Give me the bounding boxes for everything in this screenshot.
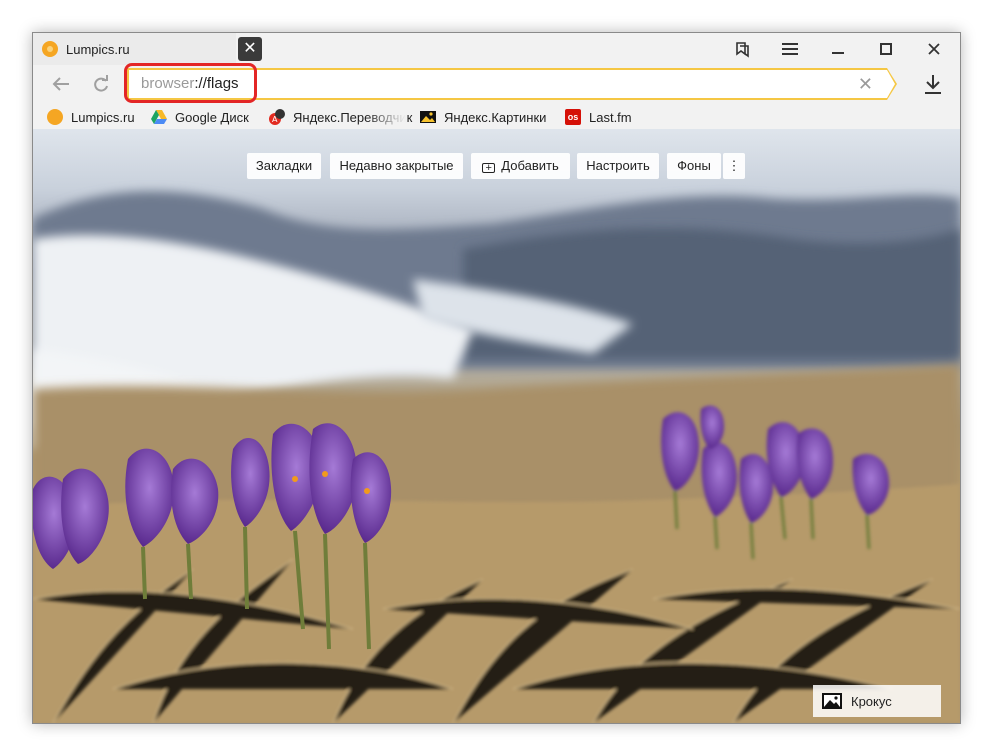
lastfm-icon: os xyxy=(565,109,581,125)
picture-icon xyxy=(822,693,842,709)
add-plus-icon: + xyxy=(482,163,496,174)
bookmark-label: Last.fm xyxy=(589,109,632,125)
bookmarks-panel-button[interactable] xyxy=(718,33,766,65)
back-arrow-icon xyxy=(52,77,69,91)
tab-lumpics[interactable]: Lumpics.ru xyxy=(33,33,236,65)
yandex-translate-icon: A xyxy=(269,109,285,125)
tab-title: Lumpics.ru xyxy=(66,41,130,57)
recently-closed-button[interactable]: Недавно закрытые xyxy=(330,153,463,179)
background-name: Крокус xyxy=(851,693,892,709)
close-tab-button[interactable]: ✕ xyxy=(238,37,262,61)
bookmark-lastfm[interactable]: os Last.fm xyxy=(565,105,632,129)
add-label: Добавить xyxy=(501,158,559,173)
url-highlight-annotation xyxy=(124,63,257,103)
backgrounds-button[interactable]: Фоны xyxy=(667,153,721,179)
google-drive-icon xyxy=(151,110,167,124)
bookmarks-bar: Lumpics.ru Google Диск A Яндекс.Переводч… xyxy=(33,105,960,129)
lumpics-favicon-icon xyxy=(42,41,58,57)
minimize-button[interactable] xyxy=(814,33,862,65)
background-image xyxy=(33,191,960,723)
reload-button[interactable] xyxy=(87,70,115,98)
minimize-icon xyxy=(832,52,844,54)
bookmark-yandex-images[interactable]: Яндекс.Картинки xyxy=(420,105,546,129)
reload-icon xyxy=(94,75,108,92)
menu-button[interactable] xyxy=(766,33,814,65)
new-tab-page: Закладки Недавно закрытые + Добавить Наст… xyxy=(33,129,960,723)
download-icon xyxy=(925,75,941,94)
title-bar: Lumpics.ru ✕ xyxy=(33,33,960,65)
maximize-icon xyxy=(880,43,892,55)
back-button[interactable] xyxy=(47,70,75,98)
bookmark-lumpics[interactable]: Lumpics.ru xyxy=(47,105,135,129)
bookmark-google-drive[interactable]: Google Диск xyxy=(151,105,249,129)
yandex-images-icon xyxy=(420,111,436,123)
bookmark-label: Lumpics.ru xyxy=(71,109,135,125)
clear-address-icon[interactable]: ✕ xyxy=(858,74,873,94)
bookmark-label: Google Диск xyxy=(175,109,249,125)
close-window-button[interactable] xyxy=(910,33,958,65)
bookmark-label: Яндекс.Картинки xyxy=(444,109,547,125)
maximize-button[interactable] xyxy=(862,33,910,65)
browser-window: Lumpics.ru ✕ browser://flags ✕ Lumpics.r… xyxy=(32,32,961,724)
bookmarks-panel-icon xyxy=(736,42,749,58)
customize-button[interactable]: Настроить xyxy=(577,153,659,179)
close-icon xyxy=(928,43,940,55)
menu-icon xyxy=(782,43,798,55)
bookmarks-menu-button[interactable]: Закладки xyxy=(247,153,321,179)
lumpics-icon xyxy=(47,109,63,125)
address-bar-arrow-fill xyxy=(887,70,895,98)
new-tab-menu: Закладки Недавно закрытые + Добавить Наст… xyxy=(33,153,960,179)
add-widget-button[interactable]: + Добавить xyxy=(471,153,570,179)
svg-text:A: A xyxy=(272,115,278,124)
background-caption[interactable]: Крокус xyxy=(813,685,941,717)
downloads-button[interactable] xyxy=(919,69,947,99)
more-options-button[interactable]: ⋮ xyxy=(723,153,745,179)
bookmark-text-fade xyxy=(366,105,406,129)
